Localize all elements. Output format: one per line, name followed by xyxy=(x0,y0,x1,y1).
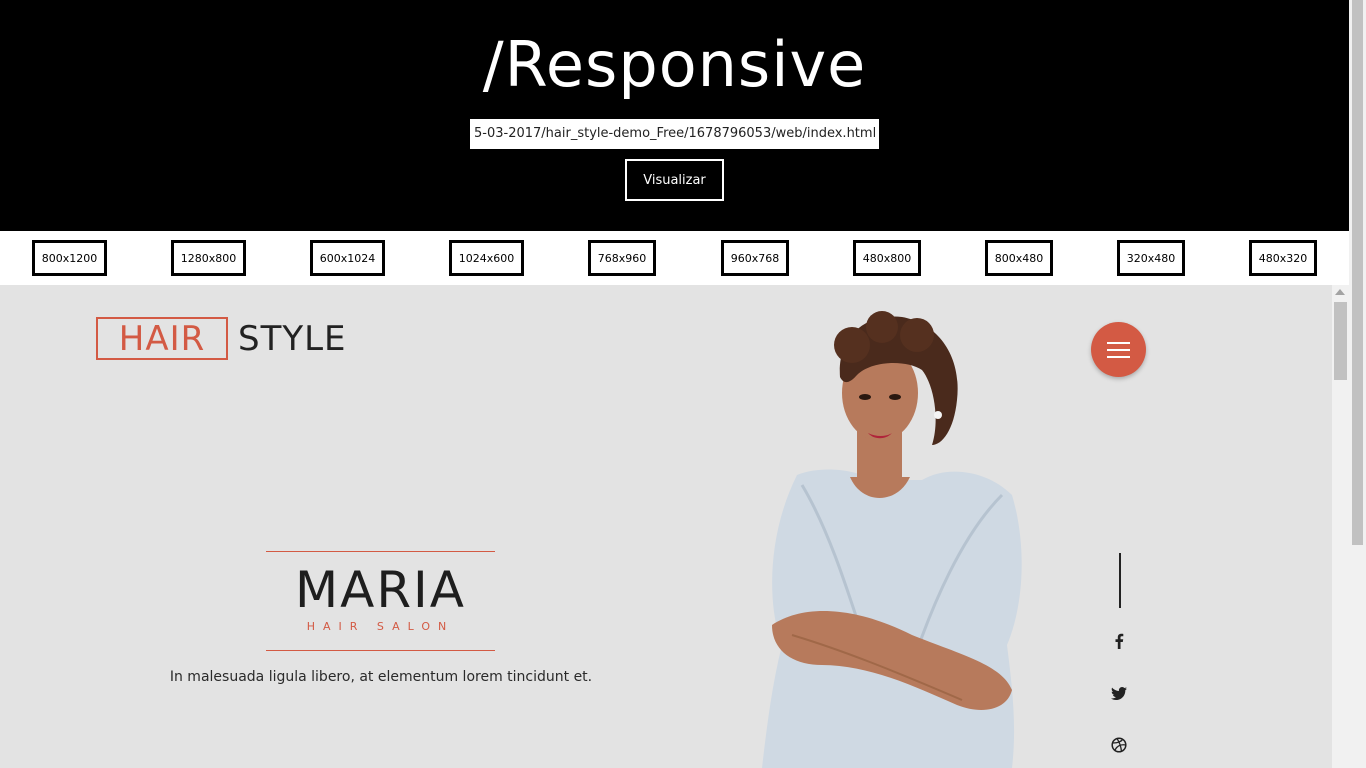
frame-scrollbar-thumb[interactable] xyxy=(1334,302,1347,380)
resolution-button-768x960[interactable]: 768x960 xyxy=(588,240,656,276)
menu-icon-bar xyxy=(1107,342,1130,344)
menu-button[interactable] xyxy=(1091,322,1146,377)
url-input[interactable]: 5-03-2017/hair_style-demo_Free/167879605… xyxy=(470,119,879,149)
social-divider xyxy=(1119,553,1121,608)
resolution-button-1280x800[interactable]: 1280x800 xyxy=(171,240,246,276)
resolution-button-800x480[interactable]: 800x480 xyxy=(985,240,1053,276)
brand-subtitle: HAIR SALON xyxy=(306,620,455,633)
resolution-button-600x1024[interactable]: 600x1024 xyxy=(310,240,385,276)
top-header: /Responsive 5-03-2017/hair_style-demo_Fr… xyxy=(0,0,1349,231)
twitter-icon[interactable] xyxy=(1106,682,1132,704)
frame-scroll-up-icon[interactable] xyxy=(1335,289,1345,295)
tagline: In malesuada ligula libero, at elementum… xyxy=(169,669,593,685)
site-logo[interactable]: HAIR STYLE xyxy=(96,317,347,360)
resolution-button-480x320[interactable]: 480x320 xyxy=(1249,240,1317,276)
brand-name: MARIA xyxy=(294,561,467,619)
resolution-button-1024x600[interactable]: 1024x600 xyxy=(449,240,524,276)
resolution-button-480x800[interactable]: 480x800 xyxy=(853,240,921,276)
model-photo xyxy=(762,311,1022,768)
facebook-icon[interactable] xyxy=(1106,630,1132,652)
view-button[interactable]: Visualizar xyxy=(625,159,724,201)
logo-hair: HAIR xyxy=(96,317,228,360)
logo-style: STYLE xyxy=(238,318,347,359)
page-scrollbar-thumb[interactable] xyxy=(1352,0,1363,545)
brand-block: MARIA HAIR SALON xyxy=(266,551,495,651)
resolution-button-800x1200[interactable]: 800x1200 xyxy=(32,240,107,276)
dribbble-icon[interactable] xyxy=(1106,734,1132,756)
page-title: /Responsive xyxy=(482,28,867,101)
menu-icon-bar xyxy=(1107,349,1130,351)
preview-frame: HAIR STYLE MARIA HAIR SALON In malesuada… xyxy=(0,285,1332,768)
resolution-button-960x768[interactable]: 960x768 xyxy=(721,240,789,276)
menu-icon-bar xyxy=(1107,356,1130,358)
resolution-button-320x480[interactable]: 320x480 xyxy=(1117,240,1185,276)
resolution-bar: 800x1200 1280x800 600x1024 1024x600 768x… xyxy=(0,231,1349,285)
